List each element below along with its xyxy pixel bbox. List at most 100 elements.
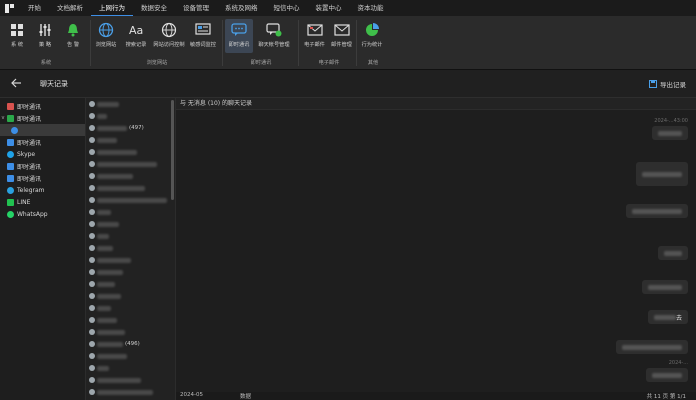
tree-item[interactable]: 即时通讯 (0, 160, 85, 172)
ribbon-divider (298, 20, 299, 66)
list-item[interactable] (86, 218, 175, 230)
message-bubble[interactable] (616, 340, 688, 354)
redacted-text (653, 314, 676, 320)
email-button[interactable]: 电子邮件 (302, 19, 327, 53)
avatar (89, 377, 95, 383)
tree-item-telegram[interactable]: Telegram (0, 184, 85, 196)
avatar (89, 389, 95, 395)
list-item[interactable] (86, 182, 175, 194)
tree-item-account[interactable] (0, 124, 85, 136)
list-item[interactable]: (497) (86, 122, 175, 134)
message-time: 2024-... (668, 360, 688, 366)
export-records-button[interactable]: 导出记录 (649, 79, 686, 89)
menu-item-web-behavior[interactable]: 上网行为 (91, 0, 133, 16)
system-button[interactable]: 系 统 (4, 19, 30, 53)
avatar (89, 353, 95, 359)
list-item[interactable] (86, 110, 175, 122)
redacted-name (97, 221, 119, 227)
avatar (89, 257, 95, 263)
tree-item[interactable]: 即时通讯 (0, 136, 85, 148)
menu-item-device[interactable]: 设备管理 (175, 0, 217, 16)
redacted-text (642, 171, 682, 177)
menu-item-more[interactable]: 资本功能 (350, 0, 392, 16)
message-bubble[interactable] (646, 368, 688, 382)
list-item[interactable] (86, 242, 175, 254)
avatar (89, 149, 95, 155)
app-icon (7, 174, 14, 182)
list-item[interactable] (86, 206, 175, 218)
export-records-label: 导出记录 (660, 81, 686, 89)
avatar (89, 293, 95, 299)
list-item[interactable] (86, 350, 175, 362)
message-bubble[interactable]: 去 (647, 310, 688, 324)
list-item[interactable] (86, 194, 175, 206)
instant-messaging-button[interactable]: 即时通讯 (225, 19, 253, 53)
policy-button[interactable]: 策 略 (32, 19, 58, 53)
alert-button[interactable]: 告 警 (60, 19, 86, 53)
menu-item-docs[interactable]: 文档解析 (49, 0, 91, 16)
skype-icon (7, 150, 14, 158)
list-item[interactable] (86, 302, 175, 314)
mail-manage-button[interactable]: 邮件管理 (329, 19, 354, 53)
message-bubble[interactable] (658, 246, 688, 260)
message-bubble[interactable] (636, 162, 688, 186)
behavior-stats-button[interactable]: 行为统计 (358, 19, 386, 53)
mail-icon (306, 21, 324, 39)
list-item[interactable] (86, 386, 175, 398)
avatar (89, 317, 95, 323)
chat-account-manage-button[interactable]: 聊天帐号管理 (255, 19, 293, 53)
list-item[interactable] (86, 230, 175, 242)
redacted-text (652, 372, 682, 378)
back-arrow-icon[interactable] (10, 77, 22, 89)
menu-item-system[interactable]: 系统及网络 (217, 0, 266, 16)
status-count: 数据 (240, 394, 252, 400)
tree-item[interactable]: 即时通讯 (0, 100, 85, 112)
list-item[interactable] (86, 290, 175, 302)
browse-web-button[interactable]: 浏览网站 (92, 19, 120, 53)
avatar (89, 185, 95, 191)
list-item[interactable] (86, 146, 175, 158)
list-item[interactable] (86, 362, 175, 374)
tree-item[interactable]: 即时通讯 (0, 172, 85, 184)
message-bubble[interactable] (652, 126, 688, 140)
list-item[interactable] (86, 158, 175, 170)
text-icon: Aa (127, 21, 145, 39)
redacted-text (622, 344, 682, 350)
menu-item-start[interactable]: 开始 (20, 0, 49, 16)
web-access-control-button[interactable]: 网站访问控制 (152, 19, 186, 53)
pagination[interactable]: 共 11 页 第 1/1 (647, 392, 686, 400)
list-item[interactable] (86, 266, 175, 278)
tree-item-whatsapp[interactable]: WhatsApp (0, 208, 85, 220)
tree-item-label: 即时通讯 (17, 163, 42, 171)
redacted-name (97, 341, 123, 347)
search-records-button[interactable]: Aa 搜索记录 (122, 19, 150, 53)
ribbon-group-title: 系统 (40, 60, 52, 66)
tree-item-label: WhatsApp (17, 210, 48, 218)
menu-item-sms[interactable]: 短信中心 (266, 0, 308, 16)
list-item[interactable] (86, 98, 175, 110)
contact-list: (497) (496) (86, 98, 176, 400)
tree-item[interactable]: v 即时通讯 (0, 112, 85, 124)
menu-item-install[interactable]: 装置中心 (308, 0, 350, 16)
email-label: 电子邮件 (304, 42, 325, 48)
globe-icon (97, 21, 115, 39)
tree-item-line[interactable]: LINE (0, 196, 85, 208)
contact-text: (496) (125, 341, 140, 347)
list-item[interactable] (86, 134, 175, 146)
list-item[interactable] (86, 374, 175, 386)
message-bubble[interactable] (626, 204, 688, 218)
avatar (89, 137, 95, 143)
menu-item-data-security[interactable]: 数据安全 (133, 0, 175, 16)
list-item[interactable] (86, 314, 175, 326)
message-bubble[interactable] (642, 280, 688, 294)
app-tree: 即时通讯 v 即时通讯 即时通讯 Skype 即时通讯 即时通讯 Telegram… (0, 98, 86, 400)
tree-item-skype[interactable]: Skype (0, 148, 85, 160)
redacted-name (97, 365, 109, 371)
list-item[interactable] (86, 326, 175, 338)
list-item[interactable] (86, 170, 175, 182)
list-item[interactable] (86, 278, 175, 290)
keyword-monitor-button[interactable]: 敏感词监控 (188, 19, 218, 53)
list-item[interactable] (86, 254, 175, 266)
ribbon-group-web: 浏览网站 Aa 搜索记录 网站访问控制 敏感词监控 浏览网站 (92, 16, 222, 70)
list-item[interactable]: (496) (86, 338, 175, 350)
